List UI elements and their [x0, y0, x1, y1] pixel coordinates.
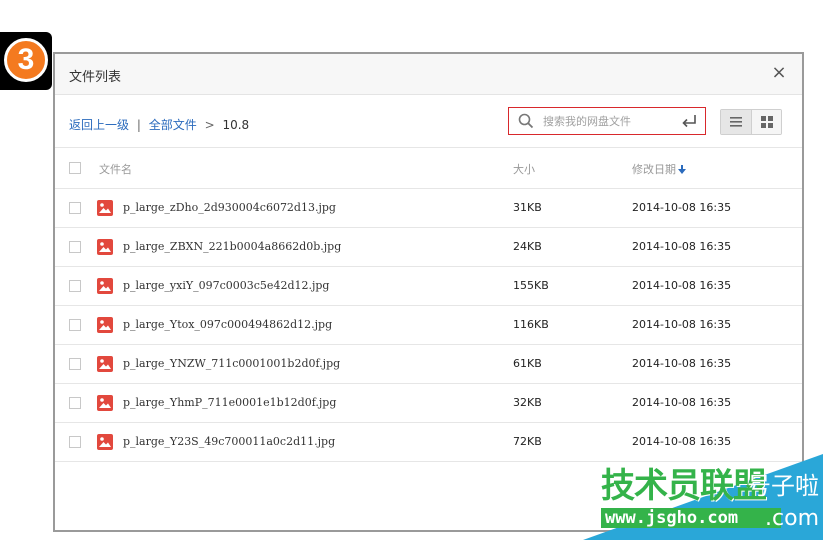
list-view-icon [730, 117, 742, 127]
search-icon[interactable] [518, 113, 534, 129]
file-size: 72KB [513, 435, 542, 448]
row-checkbox[interactable] [69, 397, 81, 409]
column-header-size[interactable]: 大小 [513, 161, 535, 177]
watermark-suffix: .com [765, 506, 819, 531]
step-number: 3 [4, 38, 48, 82]
table-row[interactable]: p_large_YhmP_711e0001e1b12d0f.jpg 32KB 201… [55, 384, 802, 423]
arrow-down-icon [678, 165, 686, 174]
table-row[interactable]: p_large_Ytox_097c000494862d12.jpg 116KB 20… [55, 306, 802, 345]
file-date: 2014-10-08 16:35 [632, 396, 732, 409]
row-checkbox[interactable] [69, 241, 81, 253]
row-checkbox[interactable] [69, 202, 81, 214]
list-view-button[interactable] [721, 110, 752, 134]
image-file-icon [97, 278, 113, 294]
file-name[interactable]: p_large_Ytox_097c000494862d12.jpg [123, 318, 332, 331]
search-input[interactable] [543, 112, 673, 130]
image-file-icon [97, 200, 113, 216]
image-file-icon [97, 395, 113, 411]
table-row[interactable]: p_large_zDho_2d930004c6072d13.jpg 31KB 201… [55, 189, 802, 228]
breadcrumb-current: 10.8 [222, 118, 250, 132]
watermark-title: 技术员联盟 [601, 466, 767, 506]
file-name[interactable]: p_large_yxiY_097c0003c5e42d12.jpg [123, 279, 329, 292]
row-checkbox[interactable] [69, 319, 81, 331]
row-checkbox[interactable] [69, 358, 81, 370]
file-name[interactable]: p_large_ZBXN_221b0004a8662d0b.jpg [123, 240, 341, 253]
image-file-icon [97, 356, 113, 372]
watermark: 技术员联盟 号子啦 www.jsgho.com .com [583, 454, 823, 540]
file-name[interactable]: p_large_zDho_2d930004c6072d13.jpg [123, 201, 336, 214]
image-file-icon [97, 317, 113, 333]
file-size: 31KB [513, 201, 542, 214]
breadcrumb-arrow: > [204, 118, 215, 132]
breadcrumb-separator: | [136, 118, 141, 132]
table-header: 文件名 大小 修改日期 [55, 147, 802, 189]
file-size: 116KB [513, 318, 549, 331]
table-row[interactable]: p_large_YNZW_711c0001001b2d0f.jpg 61KB 201… [55, 345, 802, 384]
file-name[interactable]: p_large_YhmP_711e0001e1b12d0f.jpg [123, 396, 336, 409]
grid-view-icon [761, 116, 773, 128]
image-file-icon [97, 239, 113, 255]
column-header-date-label: 修改日期 [632, 163, 676, 176]
file-table: 文件名 大小 修改日期 p_large_zDho_2d930004c6072d1… [55, 147, 802, 462]
dialog-header: 文件列表 × [55, 54, 802, 95]
select-all-checkbox[interactable] [69, 162, 81, 174]
table-row[interactable]: p_large_ZBXN_221b0004a8662d0b.jpg 24KB 201… [55, 228, 802, 267]
step-badge: 3 [0, 32, 52, 90]
watermark-url: www.jsgho.com [601, 508, 781, 528]
search-box[interactable] [508, 107, 706, 135]
file-size: 61KB [513, 357, 542, 370]
column-header-date[interactable]: 修改日期 [632, 161, 686, 177]
file-size: 155KB [513, 279, 549, 292]
file-size: 32KB [513, 396, 542, 409]
view-toggle [720, 109, 782, 135]
image-file-icon [97, 434, 113, 450]
file-date: 2014-10-08 16:35 [632, 318, 732, 331]
column-header-name[interactable]: 文件名 [99, 161, 132, 177]
file-name[interactable]: p_large_Y23S_49c700011a0c2d11.jpg [123, 435, 335, 448]
file-date: 2014-10-08 16:35 [632, 201, 732, 214]
row-checkbox[interactable] [69, 280, 81, 292]
enter-icon[interactable] [681, 114, 697, 128]
grid-view-button[interactable] [752, 110, 781, 134]
breadcrumb-back-link[interactable]: 返回上一级 [69, 118, 129, 132]
dialog-title: 文件列表 [69, 70, 122, 85]
file-date: 2014-10-08 16:35 [632, 279, 732, 292]
breadcrumb: 返回上一级 | 全部文件 > 10.8 [69, 116, 249, 133]
breadcrumb-all-files-link[interactable]: 全部文件 [149, 118, 197, 132]
file-date: 2014-10-08 16:35 [632, 357, 732, 370]
close-icon[interactable]: × [768, 62, 790, 84]
file-size: 24KB [513, 240, 542, 253]
row-checkbox[interactable] [69, 436, 81, 448]
file-date: 2014-10-08 16:35 [632, 435, 732, 448]
watermark-side-text: 号子啦 [747, 472, 819, 500]
file-name[interactable]: p_large_YNZW_711c0001001b2d0f.jpg [123, 357, 340, 370]
file-date: 2014-10-08 16:35 [632, 240, 732, 253]
table-row[interactable]: p_large_yxiY_097c0003c5e42d12.jpg 155KB 20… [55, 267, 802, 306]
toolbar: 返回上一级 | 全部文件 > 10.8 [55, 95, 802, 147]
